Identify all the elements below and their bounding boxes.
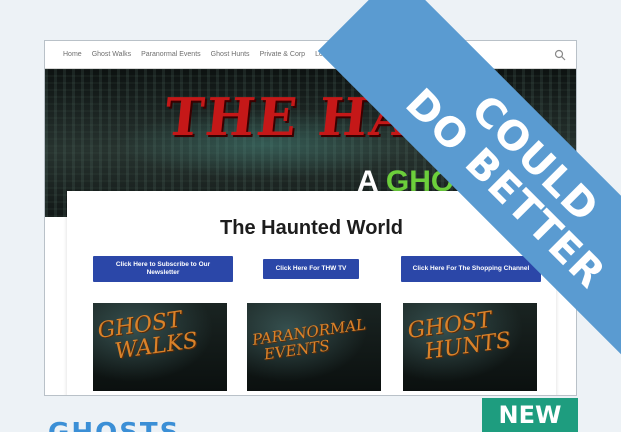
nav-item-locations[interactable]: Locations	[315, 51, 345, 58]
site-nav-bar: Home Ghost Walks Paranormal Events Ghost…	[45, 41, 576, 69]
website-screenshot: Home Ghost Walks Paranormal Events Ghost…	[44, 40, 577, 396]
search-icon[interactable]	[554, 49, 566, 61]
paranormal-events-image[interactable]: PARANORMAL EVENTS	[247, 303, 381, 391]
subscribe-newsletter-button[interactable]: Click Here to Subscribe to Our Newslette…	[93, 256, 233, 282]
new-badge: NEW	[482, 398, 578, 432]
nav-item-ghost-walks[interactable]: Ghost Walks	[92, 51, 131, 58]
shopping-channel-button[interactable]: Click Here For The Shopping Channel	[401, 256, 541, 282]
ghost-walks-image[interactable]: GHOST WALKS	[93, 303, 227, 391]
page-heading: The Haunted World	[220, 217, 403, 239]
page-content: The Haunted World Click Here to Subscrib…	[67, 191, 556, 395]
nav-item-ghost-hunts[interactable]: Ghost Hunts	[211, 51, 250, 58]
section-title: GHOSTS	[48, 418, 180, 432]
banner-title: THE HAUN	[161, 87, 513, 148]
nav-item-paranormal-events[interactable]: Paranormal Events	[141, 51, 201, 58]
ghost-hunts-image[interactable]: GHOST HUNTS	[403, 303, 537, 391]
review-card: Home Ghost Walks Paranormal Events Ghost…	[0, 0, 621, 432]
nav-item-private-corp[interactable]: Private & Corp	[260, 51, 306, 58]
nav-item-home[interactable]: Home	[63, 51, 82, 58]
thw-tv-button[interactable]: Click Here For THW TV	[263, 259, 359, 279]
